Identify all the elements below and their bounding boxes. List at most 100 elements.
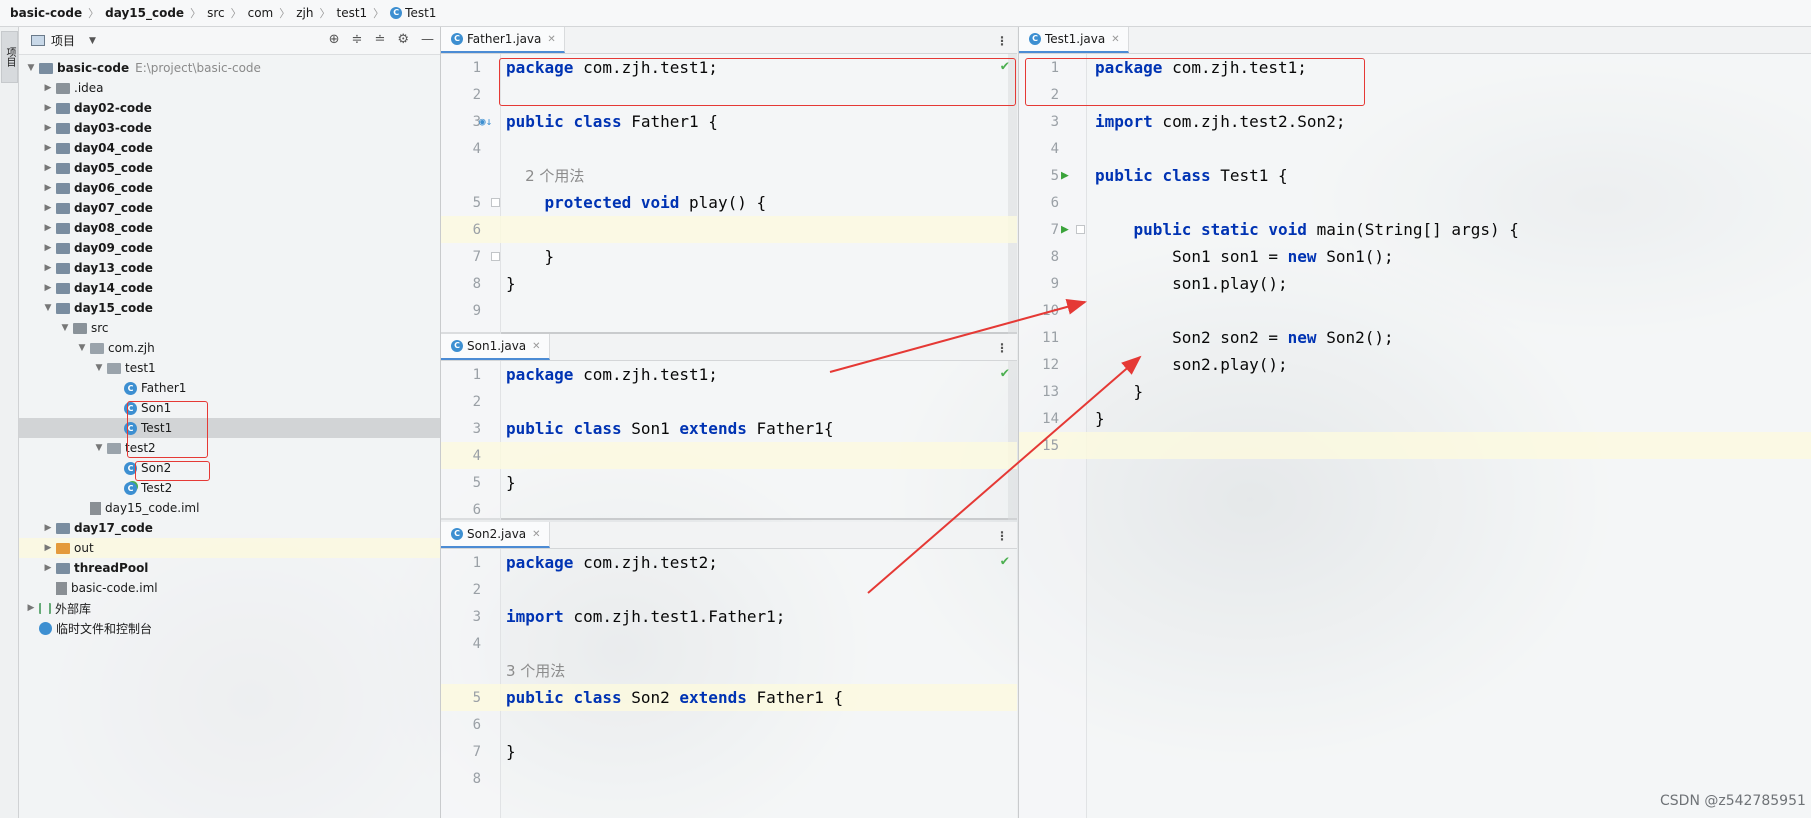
close-icon[interactable]: ✕ [1111, 34, 1119, 45]
chevron-right-icon[interactable]: ▶ [40, 283, 56, 293]
keyword: public [1133, 220, 1192, 239]
chevron-right-icon[interactable]: ▶ [40, 103, 56, 113]
tree-item[interactable]: ▶ day06_code [19, 178, 440, 198]
run-icon[interactable]: ▶ [1061, 168, 1069, 183]
tab-son1[interactable]: C Son1.java ✕ [441, 334, 550, 360]
fold-icon[interactable] [491, 198, 500, 207]
chevron-down-icon[interactable]: ▼ [23, 63, 39, 73]
line-number: 11 [1042, 329, 1059, 346]
keyword: package [506, 553, 574, 572]
tree-item[interactable]: ▼ test1 [19, 358, 440, 378]
code-token: com.zjh.test1; [573, 58, 718, 77]
chevron-right-icon[interactable]: ▶ [40, 83, 56, 93]
gear-icon[interactable]: ⚙ [397, 32, 409, 47]
more-options-icon[interactable]: ⋮ [996, 34, 1008, 48]
breadcrumb-label: day15_code [105, 6, 185, 20]
tree-item[interactable]: ▶ day03-code [19, 118, 440, 138]
minimize-icon[interactable]: — [421, 32, 434, 47]
tree-item[interactable]: ▶ day13_code [19, 258, 440, 278]
collapse-all-icon[interactable]: ≐ [374, 32, 385, 47]
tab-test1[interactable]: C Test1.java ✕ [1019, 27, 1129, 53]
chevron-down-icon[interactable]: ▼ [74, 343, 90, 353]
chevron-down-icon[interactable]: ▼ [91, 443, 107, 453]
tree-item[interactable]: C Test2 [19, 478, 440, 498]
tree-item[interactable]: 临时文件和控制台 [19, 618, 440, 638]
line-number: 1 [472, 554, 481, 571]
code-line: 5} [441, 469, 1017, 496]
chevron-down-icon[interactable]: ▼ [57, 323, 73, 333]
tree-item[interactable]: ▶ day04_code [19, 138, 440, 158]
code-area-son2[interactable]: ✔ 1 package com.zjh.test2; 2 3 import com.zj… [441, 549, 1017, 818]
chevron-right-icon[interactable]: ▶ [40, 523, 56, 533]
tree-item[interactable]: ▶ day14_code [19, 278, 440, 298]
usage-hint: 3 个用法 [506, 662, 566, 680]
tree-item[interactable]: ▼ com.zjh [19, 338, 440, 358]
chevron-right-icon[interactable]: ▶ [40, 243, 56, 253]
tree-item[interactable]: ▼ src [19, 318, 440, 338]
code-line: 7} [441, 738, 1017, 765]
locate-icon[interactable]: ⊕ [329, 32, 340, 47]
tree-item[interactable]: C Test1 [19, 418, 440, 438]
breadcrumb-item[interactable]: com 〉 [248, 5, 297, 21]
chevron-right-icon[interactable]: ▶ [40, 223, 56, 233]
more-options-icon[interactable]: ⋮ [996, 529, 1008, 543]
tree-item[interactable]: ▼ test2 [19, 438, 440, 458]
tree-item[interactable]: ▶ out [19, 538, 440, 558]
tree-item[interactable]: ▶ day17_code [19, 518, 440, 538]
class-icon: C [124, 381, 137, 395]
tree-item[interactable]: day15_code.iml [19, 498, 440, 518]
tree-item[interactable]: ▶ day08_code [19, 218, 440, 238]
chevron-right-icon[interactable]: ▶ [40, 183, 56, 193]
tree-item[interactable]: ▶ day07_code [19, 198, 440, 218]
breadcrumb-item[interactable]: test1 〉 [336, 5, 390, 21]
close-icon[interactable]: ✕ [532, 529, 540, 540]
chevron-right-icon[interactable]: ▶ [23, 603, 39, 613]
tree-item[interactable]: ▶ 外部库 [19, 598, 440, 618]
project-tool-tab[interactable]: 项目 [1, 31, 18, 83]
chevron-right-icon[interactable]: ▶ [40, 163, 56, 173]
tree-item[interactable]: ▶ .idea [19, 78, 440, 98]
code-area-father1[interactable]: ✔ 1 package com.zjh.test1; 2 3 public class … [441, 54, 1017, 334]
breadcrumb-item[interactable]: C Test1 [390, 6, 436, 20]
breadcrumb-item[interactable]: src 〉 [207, 5, 248, 21]
breadcrumb-item[interactable]: day15_code 〉 [105, 5, 207, 21]
chevron-right-icon[interactable]: ▶ [40, 143, 56, 153]
fold-icon[interactable] [491, 252, 500, 261]
tab-father1[interactable]: C Father1.java ✕ [441, 27, 565, 53]
chevron-right-icon[interactable]: ▶ [40, 543, 56, 553]
tree-item[interactable]: C Son1 [19, 398, 440, 418]
tab-son2[interactable]: C Son2.java ✕ [441, 522, 550, 548]
tree-item[interactable]: C Son2 [19, 458, 440, 478]
tree-item[interactable]: ▶ day09_code [19, 238, 440, 258]
close-icon[interactable]: ✕ [547, 34, 555, 45]
tree-item[interactable]: ▼ day15_code [19, 298, 440, 318]
expand-all-icon[interactable]: ≑ [352, 32, 363, 47]
tree-item[interactable]: C Father1 [19, 378, 440, 398]
project-panel-title[interactable]: 项目 [51, 32, 75, 49]
chevron-down-icon[interactable]: ▼ [91, 363, 107, 373]
breadcrumb-item[interactable]: basic-code 〉 [10, 5, 105, 21]
tree-item[interactable]: basic-code.iml [19, 578, 440, 598]
tree-item[interactable]: ▶ day02-code [19, 98, 440, 118]
tree-item[interactable]: ▶ threadPool [19, 558, 440, 578]
chevron-right-icon[interactable]: ▶ [40, 563, 56, 573]
chevron-right-icon[interactable]: ▶ [40, 263, 56, 273]
chevron-down-icon[interactable]: ▼ [89, 36, 96, 46]
fold-icon[interactable] [1076, 225, 1085, 234]
tree-item[interactable]: ▶ day05_code [19, 158, 440, 178]
chevron-right-icon[interactable]: ▶ [40, 203, 56, 213]
tree-item-label: 临时文件和控制台 [56, 621, 153, 636]
more-options-icon[interactable]: ⋮ [996, 341, 1008, 355]
run-icon[interactable]: ▶ [1061, 222, 1069, 237]
tree-root[interactable]: ▼ basic-code E:\project\basic-code [19, 58, 440, 78]
implemented-icon[interactable]: ◉↓ [479, 115, 492, 128]
code-area-test1[interactable]: 1 package com.zjh.test1; 2 3 import com.zjh.… [1019, 54, 1811, 818]
code-line: 6 [441, 711, 1017, 738]
code-area-son1[interactable]: ✔ 1 package com.zjh.test1; 2 3 public class … [441, 361, 1017, 520]
code-line: 9 son1.play(); [1019, 270, 1811, 297]
close-icon[interactable]: ✕ [532, 341, 540, 352]
chevron-right-icon[interactable]: ▶ [40, 123, 56, 133]
chevron-down-icon[interactable]: ▼ [40, 303, 56, 313]
line-number: 7 [1050, 221, 1059, 238]
breadcrumb-item[interactable]: zjh 〉 [296, 5, 336, 21]
